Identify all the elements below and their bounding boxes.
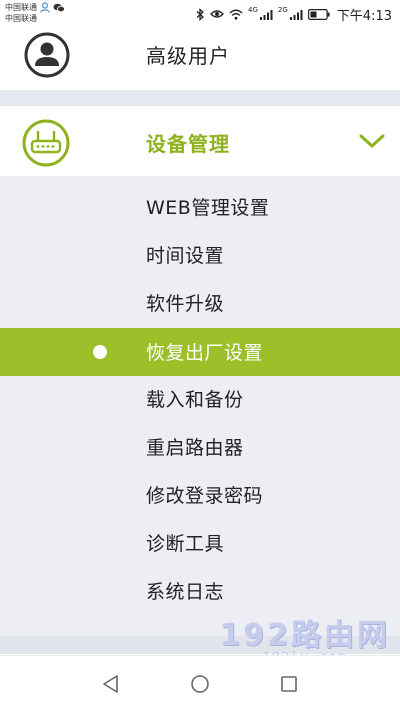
recent-apps-icon[interactable] [278, 673, 300, 695]
person-icon [40, 2, 50, 13]
watermark-main: 192路由网 [219, 618, 390, 653]
menu-item-time-settings[interactable]: 时间设置 [0, 231, 400, 279]
menu-item-factory-reset[interactable]: 恢复出厂设置 [0, 328, 400, 376]
status-icons: 4G 2G 下午4:13 [196, 4, 392, 24]
user-avatar-icon[interactable] [24, 32, 70, 78]
signal-icon-2 [289, 9, 303, 20]
menu-item-label: 时间设置 [146, 245, 225, 267]
carrier-1-label: 中国联通 [5, 3, 37, 12]
user-header: 高级用户 [0, 28, 400, 90]
menu-item-label: 载入和备份 [146, 389, 244, 411]
signal-icon [259, 9, 273, 20]
home-icon[interactable] [189, 673, 211, 695]
carrier-info: 中国联通 中国联通 [5, 2, 65, 24]
menu-item-label: 诊断工具 [146, 533, 225, 555]
device-management-header[interactable]: 设备管理 [0, 106, 400, 176]
status-clock: 下午4:13 [336, 8, 392, 24]
signal-label-1: 4G [248, 6, 258, 14]
eye-icon [210, 10, 224, 18]
router-icon [22, 119, 70, 167]
active-indicator-dot [93, 345, 107, 359]
menu-item-change-password[interactable]: 修改登录密码 [0, 471, 400, 519]
signal-label-2: 2G [277, 6, 288, 14]
submenu-list: WEB管理设置 时间设置 软件升级 恢复出厂设置 载入和备份 重启路由器 修改登… [0, 176, 400, 636]
menu-item-diagnostic-tools[interactable]: 诊断工具 [0, 519, 400, 567]
menu-item-label: 系统日志 [146, 581, 225, 603]
user-title: 高级用户 [146, 44, 230, 68]
menu-item-label: 恢复出厂设置 [146, 342, 264, 364]
menu-item-load-backup[interactable]: 载入和备份 [0, 375, 400, 423]
menu-item-software-upgrade[interactable]: 软件升级 [0, 279, 400, 327]
chevron-down-icon[interactable] [358, 132, 386, 150]
battery-icon [307, 8, 330, 20]
menu-item-label: 修改登录密码 [146, 485, 264, 507]
device-management-label: 设备管理 [146, 132, 230, 156]
menu-item-label: 重启路由器 [146, 437, 244, 459]
menu-item-system-log[interactable]: 系统日志 [0, 567, 400, 615]
wifi-icon [229, 9, 243, 20]
menu-item-web-management[interactable]: WEB管理设置 [0, 183, 400, 231]
bluetooth-icon [196, 7, 205, 21]
status-bar: 中国联通 中国联通 4G 2G 下午4:13 [0, 0, 400, 28]
menu-item-label: WEB管理设置 [146, 197, 270, 219]
back-icon[interactable] [100, 673, 122, 695]
menu-item-label: 软件升级 [146, 293, 225, 315]
menu-item-reboot-router[interactable]: 重启路由器 [0, 423, 400, 471]
divider-band [0, 90, 400, 106]
wechat-icon [53, 3, 65, 12]
system-nav-bar [0, 655, 400, 712]
carrier-2-label: 中国联通 [5, 14, 37, 23]
